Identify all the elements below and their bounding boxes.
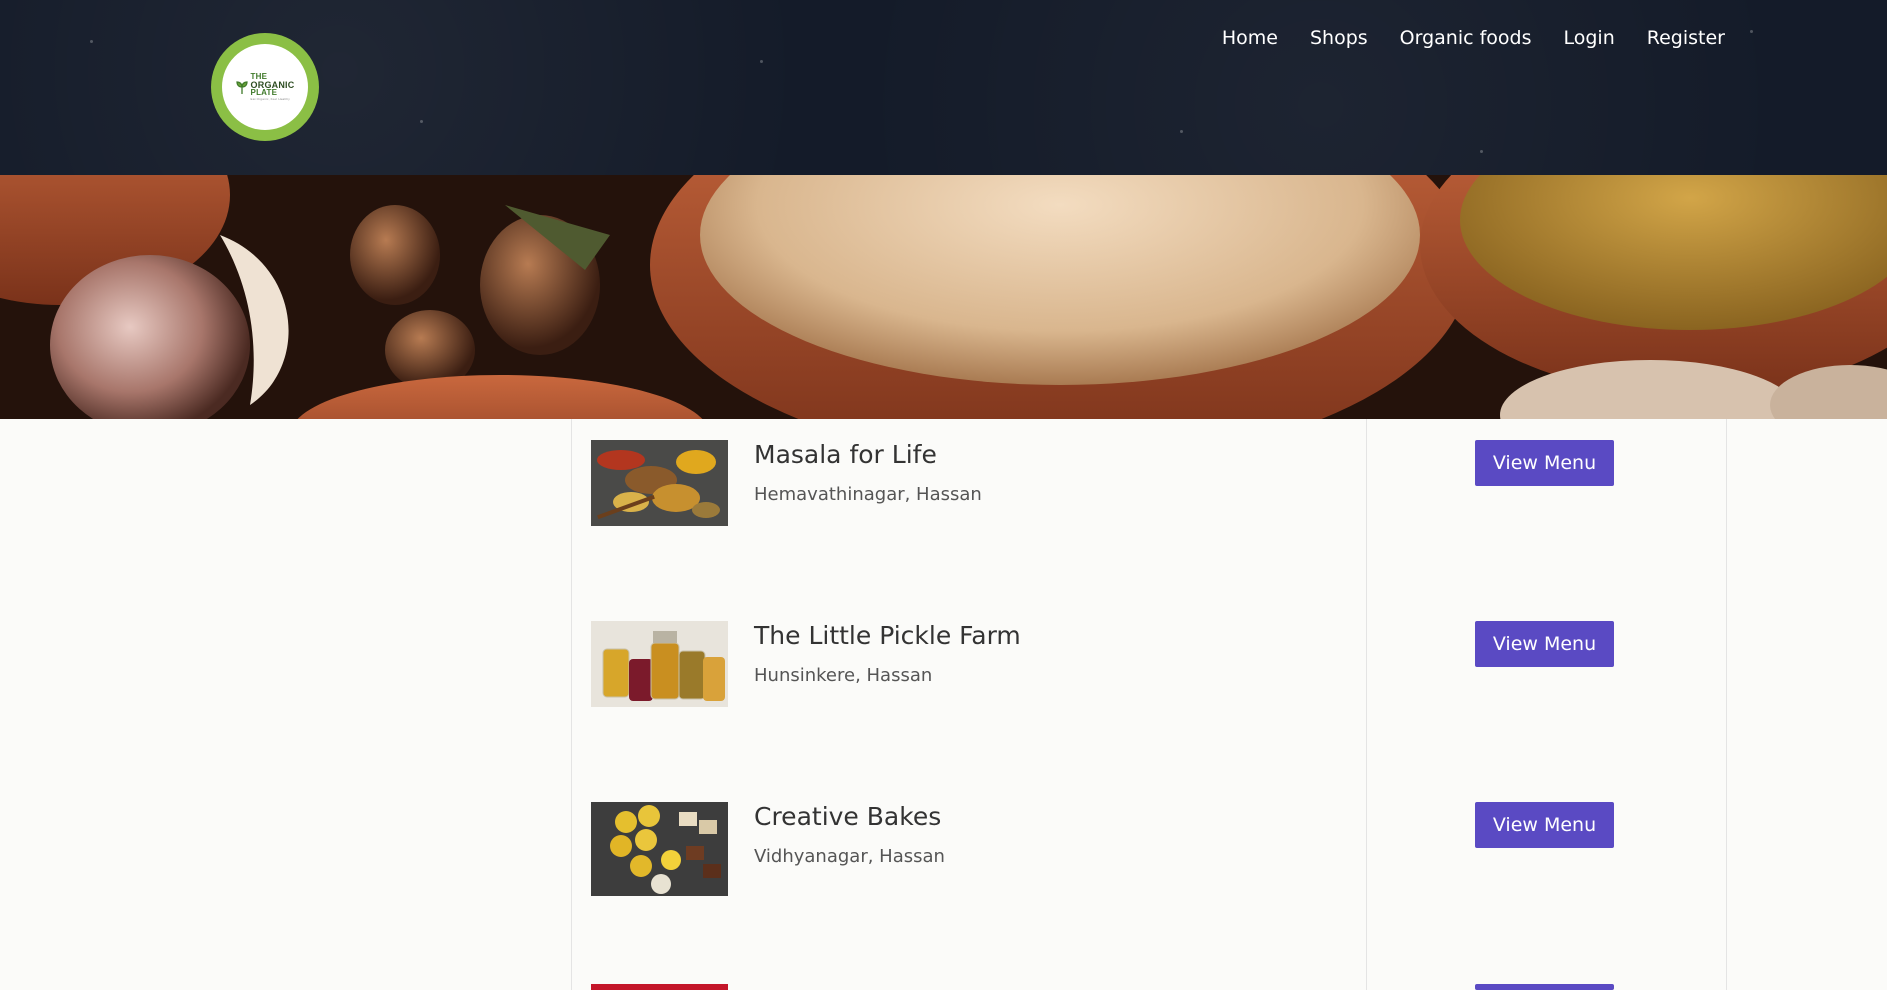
shop-location: Hunsinkere, Hassan (754, 665, 933, 686)
view-menu-button[interactable]: View Menu (1475, 440, 1614, 486)
view-menu-button[interactable]: View Menu (1475, 802, 1614, 848)
logo-tagline: Eat Organic, Feel Healthy (250, 97, 290, 101)
shop-name[interactable]: The Little Pickle Farm (754, 621, 1021, 650)
brand-logo[interactable]: THE ORGANIC PLATE Eat Organic, Feel Heal… (211, 33, 319, 141)
sweets-photo (591, 802, 728, 896)
nav-organic-foods[interactable]: Organic foods (1400, 27, 1532, 49)
shop-item: Creative Bakes Vidhyanagar, Hassan View … (591, 802, 1711, 912)
main-nav: Home Shops Organic foods Login Register (1222, 27, 1725, 49)
shop-item (591, 984, 1711, 990)
shop-name[interactable]: Creative Bakes (754, 802, 941, 831)
shop-location: Hemavathinagar, Hassan (754, 484, 982, 505)
logo-badge: THE ORGANIC PLATE Eat Organic, Feel Heal… (222, 44, 308, 130)
view-menu-button[interactable]: View Menu (1475, 621, 1614, 667)
hero-banner-image (0, 175, 1887, 419)
shop-name[interactable]: Masala for Life (754, 440, 937, 469)
nav-register[interactable]: Register (1647, 27, 1725, 49)
spices-photo (591, 440, 728, 526)
partial-photo (591, 984, 728, 990)
pickle-jars-photo (591, 621, 728, 707)
shop-item: Masala for Life Hemavathinagar, Hassan V… (591, 440, 1711, 550)
shop-location: Vidhyanagar, Hassan (754, 846, 945, 867)
logo-line3: PLATE (250, 88, 278, 97)
leaf-icon (235, 81, 248, 94)
site-header: THE ORGANIC PLATE Eat Organic, Feel Heal… (0, 0, 1887, 175)
view-menu-button[interactable] (1475, 984, 1614, 990)
shop-item: The Little Pickle Farm Hunsinkere, Hassa… (591, 621, 1711, 731)
nav-home[interactable]: Home (1222, 27, 1278, 49)
nav-shops[interactable]: Shops (1310, 27, 1368, 49)
logo-wordmark: THE ORGANIC PLATE Eat Organic, Feel Heal… (250, 73, 295, 102)
nav-login[interactable]: Login (1564, 27, 1615, 49)
